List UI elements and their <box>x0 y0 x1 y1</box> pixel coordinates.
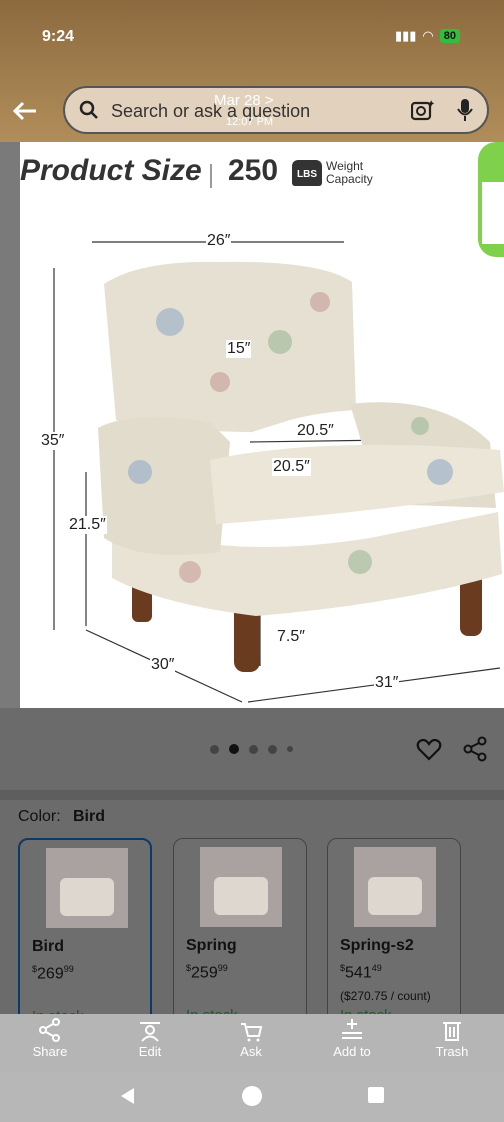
carousel-dot[interactable] <box>210 744 219 754</box>
carousel-dot[interactable] <box>268 744 277 754</box>
edit-tool-icon <box>140 1022 160 1042</box>
color-label: Color: <box>18 808 61 825</box>
mic-icon[interactable] <box>457 98 473 122</box>
dimension-height: 35″ <box>40 432 66 450</box>
color-option-spring[interactable]: Spring $25999 In stock <box>173 838 307 1028</box>
edit-tool-button[interactable]: Edit <box>110 1014 190 1072</box>
wifi-icon: ◠ <box>422 28 434 43</box>
option-unit-price: ($270.75 / count) <box>340 989 431 1003</box>
color-option-spring-s2[interactable]: Spring-s2 $54149 ($270.75 / count) In st… <box>327 838 461 1028</box>
search-input[interactable]: Search or ask a question <box>111 101 310 122</box>
trash-tool-label: Trash <box>435 1044 469 1059</box>
option-price: $54149 <box>340 963 382 982</box>
share-tool-icon <box>39 1018 60 1042</box>
carousel-dot-active[interactable] <box>229 744 239 754</box>
product-image[interactable]: Product Size 250 LBS Weight Capacity 26″… <box>20 142 504 708</box>
nav-home-icon[interactable] <box>242 1086 262 1106</box>
add-to-tool-label: Add to <box>333 1044 371 1059</box>
signal-icon: ▮▮▮ <box>394 28 417 43</box>
lens-icon[interactable]: ✦ <box>410 99 435 121</box>
color-value: Bird <box>73 808 105 825</box>
dimension-seat-depth: 20.5″ <box>272 458 311 476</box>
status-icons: ▮▮▮ ◠ 80 <box>395 28 460 44</box>
dimension-seat-width: 20.5″ <box>296 422 335 440</box>
section-divider <box>0 790 504 800</box>
dimension-depth: 30″ <box>150 656 176 674</box>
android-nav-bar <box>0 1072 504 1122</box>
svg-text:✦: ✦ <box>427 99 435 110</box>
armchair-illustration <box>53 241 504 703</box>
option-name: Spring <box>186 937 237 954</box>
option-name: Bird <box>32 938 64 955</box>
option-thumbnail <box>354 847 436 927</box>
trash-tool-button[interactable]: Trash <box>412 1014 492 1072</box>
option-price: $25999 <box>186 963 228 982</box>
edit-tool-label: Edit <box>138 1044 162 1059</box>
search-icon <box>79 100 98 119</box>
search-bar[interactable]: Search or ask a question ✦ <box>63 86 489 134</box>
nav-recents-icon[interactable] <box>368 1087 384 1103</box>
page-background <box>0 142 20 708</box>
carousel-dot[interactable] <box>287 746 293 752</box>
bottom-toolbar: Share Edit Ask Add to Trash <box>0 1014 504 1072</box>
overlay-time: 12:07 PM <box>226 116 274 128</box>
option-thumbnail <box>46 848 128 928</box>
add-to-tool-button[interactable]: Add to <box>312 1014 392 1072</box>
ask-tool-button[interactable]: Ask <box>211 1014 291 1072</box>
ask-tool-icon <box>241 1023 263 1042</box>
trash-tool-icon <box>443 1022 461 1041</box>
back-arrow-icon[interactable] <box>10 96 40 126</box>
option-thumbnail <box>200 847 282 927</box>
status-time: 9:24 <box>42 28 75 45</box>
dimension-back-depth: 15″ <box>226 340 252 358</box>
ask-tool-label: Ask <box>240 1044 262 1059</box>
option-name: Spring-s2 <box>340 937 414 954</box>
battery-indicator: 80 <box>439 29 460 43</box>
option-price: $26999 <box>32 964 74 983</box>
dimension-width: 31″ <box>374 674 400 692</box>
color-option-bird[interactable]: Bird $26999 In stock <box>18 838 152 1028</box>
dimension-width-top: 26″ <box>206 232 232 250</box>
dimension-arm-height: 21.5″ <box>68 516 107 534</box>
share-tool-button[interactable]: Share <box>10 1014 90 1072</box>
dimension-leg-height: 7.5″ <box>276 628 306 646</box>
image-carousel-dots[interactable] <box>210 744 293 754</box>
share-icon[interactable] <box>462 736 488 762</box>
carousel-dot[interactable] <box>249 744 258 754</box>
nav-back-icon[interactable] <box>118 1086 138 1106</box>
share-tool-label: Share <box>32 1044 68 1059</box>
heart-icon[interactable] <box>416 736 442 762</box>
overlay-date: Mar 28 > <box>214 92 274 109</box>
add-to-tool-icon <box>342 1019 362 1039</box>
